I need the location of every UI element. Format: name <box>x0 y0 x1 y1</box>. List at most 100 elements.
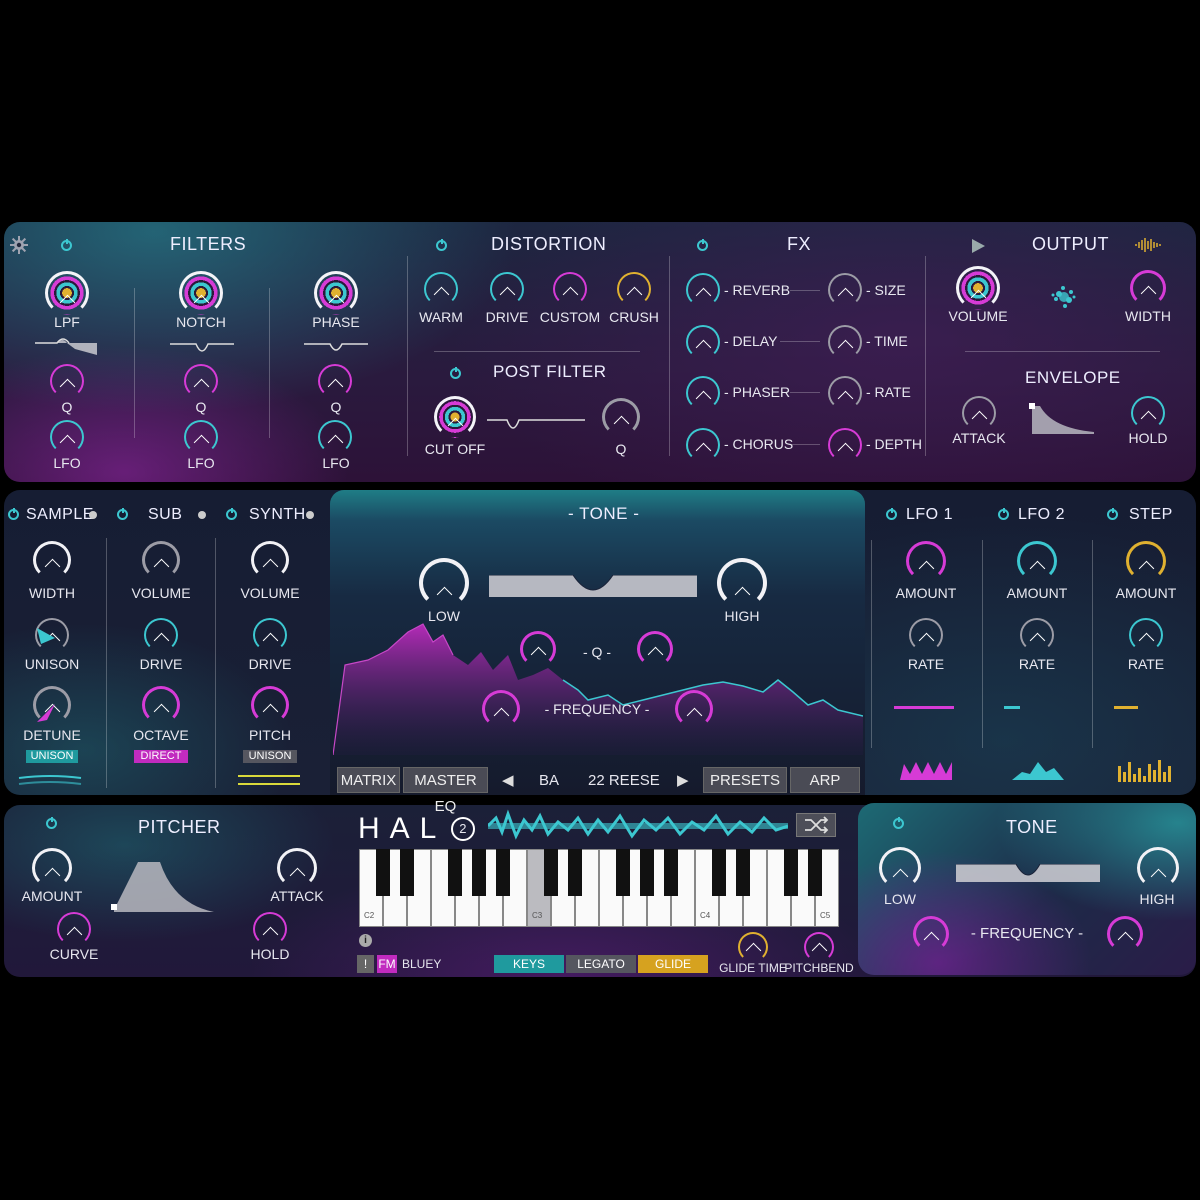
chorus-knob[interactable] <box>686 428 720 462</box>
synth-drive-knob[interactable] <box>253 618 287 652</box>
synth-unison-tag[interactable]: UNISON <box>243 750 297 763</box>
tone-bottom-high-knob[interactable] <box>1137 847 1179 889</box>
lfo1-amount-knob[interactable] <box>906 541 946 581</box>
synth-volume-knob[interactable] <box>251 541 289 579</box>
lfo2-amount-knob[interactable] <box>1017 541 1057 581</box>
sample-width-knob[interactable] <box>33 541 71 579</box>
prev-preset-button[interactable]: ◀ <box>502 771 514 789</box>
fm-button[interactable]: FM <box>377 955 397 973</box>
play-icon[interactable] <box>972 239 985 253</box>
piano-black-key[interactable] <box>640 849 654 896</box>
synth-status-dot[interactable] <box>306 511 314 519</box>
phase-q-knob[interactable] <box>318 364 352 398</box>
piano-black-key[interactable] <box>784 849 798 896</box>
q-high-knob[interactable] <box>637 631 673 667</box>
sample-unison-tag[interactable]: UNISON <box>26 750 78 763</box>
lfo2-power-icon[interactable] <box>998 508 1009 520</box>
hold-knob[interactable] <box>1131 396 1165 430</box>
post-filter-power-icon[interactable] <box>450 367 461 379</box>
piano-black-key[interactable] <box>808 849 822 896</box>
size-knob[interactable] <box>828 273 862 307</box>
distortion-power-icon[interactable] <box>436 239 447 251</box>
piano-black-key[interactable] <box>376 849 390 896</box>
tone-low-knob[interactable] <box>419 558 469 608</box>
synth-pitch-knob[interactable] <box>251 686 289 724</box>
tone-bottom-power-icon[interactable] <box>893 817 904 829</box>
warm-knob[interactable] <box>424 272 458 306</box>
settings-gear-icon[interactable] <box>10 236 28 254</box>
pitcher-amount-knob[interactable] <box>32 848 72 888</box>
pitchbend-knob[interactable] <box>804 932 834 962</box>
custom-knob[interactable] <box>553 272 587 306</box>
piano-black-key[interactable] <box>400 849 414 896</box>
piano-black-key[interactable] <box>472 849 486 896</box>
glide-time-knob[interactable] <box>738 932 768 962</box>
post-filter-q-knob[interactable] <box>602 398 640 436</box>
pitcher-hold-knob[interactable] <box>253 912 287 946</box>
preset-name-display[interactable]: 22 REESE <box>588 772 660 789</box>
master-eq-button[interactable]: MASTER EQ <box>403 767 488 815</box>
step-power-icon[interactable] <box>1107 508 1118 520</box>
phase-knob[interactable] <box>314 271 358 315</box>
tone-bottom-freq-low-knob[interactable] <box>913 916 949 952</box>
piano-keyboard[interactable]: C2 C3 C4 C5 <box>359 849 839 927</box>
sub-power-icon[interactable] <box>117 508 128 520</box>
crush-knob[interactable] <box>617 272 651 306</box>
info-icon[interactable]: i <box>359 934 372 947</box>
piano-black-key[interactable] <box>568 849 582 896</box>
freq-low-knob[interactable] <box>482 690 520 728</box>
pitcher-power-icon[interactable] <box>46 817 57 829</box>
piano-black-key[interactable] <box>496 849 510 896</box>
reverb-knob[interactable] <box>686 273 720 307</box>
piano-black-key[interactable] <box>664 849 678 896</box>
notch-lfo-knob[interactable] <box>184 420 218 454</box>
phaser-knob[interactable] <box>686 376 720 410</box>
octave-knob[interactable] <box>142 686 180 724</box>
arp-button[interactable]: ARP <box>790 767 860 793</box>
matrix-button[interactable]: MATRIX <box>337 767 400 793</box>
freq-high-knob[interactable] <box>675 690 713 728</box>
lfo1-power-icon[interactable] <box>886 508 897 520</box>
width-knob[interactable] <box>1130 270 1166 306</box>
piano-black-key[interactable] <box>448 849 462 896</box>
piano-black-key[interactable] <box>544 849 558 896</box>
attack-knob[interactable] <box>962 396 996 430</box>
cutoff-knob[interactable] <box>434 396 476 438</box>
piano-black-key[interactable] <box>736 849 750 896</box>
piano-black-key[interactable] <box>616 849 630 896</box>
time-knob[interactable] <box>828 325 862 359</box>
sub-direct-tag[interactable]: DIRECT <box>134 750 188 763</box>
sub-status-dot[interactable] <box>198 511 206 519</box>
warning-button[interactable]: ! <box>357 955 374 973</box>
legato-button[interactable]: LEGATO <box>566 955 636 973</box>
tone-bottom-freq-high-knob[interactable] <box>1107 916 1143 952</box>
depth-knob[interactable] <box>828 428 862 462</box>
next-preset-button[interactable]: ▶ <box>677 771 689 789</box>
step-amount-knob[interactable] <box>1126 541 1166 581</box>
rate-knob[interactable] <box>828 376 862 410</box>
drive-knob[interactable] <box>490 272 524 306</box>
sub-drive-knob[interactable] <box>144 618 178 652</box>
tone-bottom-low-knob[interactable] <box>879 847 921 889</box>
sub-volume-knob[interactable] <box>142 541 180 579</box>
piano-black-key[interactable] <box>712 849 726 896</box>
lfo2-rate-knob[interactable] <box>1020 618 1054 652</box>
notch-q-knob[interactable] <box>184 364 218 398</box>
glide-button[interactable]: GLIDE <box>638 955 708 973</box>
pitcher-attack-knob[interactable] <box>277 848 317 888</box>
q-low-knob[interactable] <box>520 631 556 667</box>
keys-button[interactable]: KEYS <box>494 955 564 973</box>
sample-power-icon[interactable] <box>8 508 19 520</box>
fx-power-icon[interactable] <box>697 239 708 251</box>
presets-button[interactable]: PRESETS <box>703 767 787 793</box>
notch-knob[interactable] <box>179 271 223 315</box>
lfo1-rate-knob[interactable] <box>909 618 943 652</box>
sample-status-dot[interactable] <box>89 511 97 519</box>
shuffle-button[interactable] <box>796 813 836 837</box>
lpf-lfo-knob[interactable] <box>50 420 84 454</box>
volume-knob[interactable] <box>956 266 1000 310</box>
lpf-q-knob[interactable] <box>50 364 84 398</box>
pitcher-curve-knob[interactable] <box>57 912 91 946</box>
synth-power-icon[interactable] <box>226 508 237 520</box>
pitcher-curve-graph[interactable] <box>108 858 218 914</box>
